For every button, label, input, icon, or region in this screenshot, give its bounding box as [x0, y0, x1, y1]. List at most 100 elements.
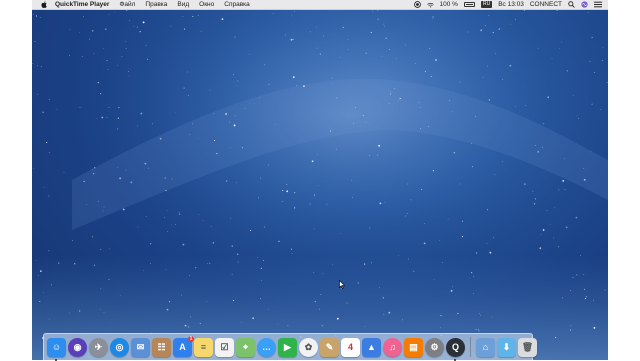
- menu-window[interactable]: Окно: [199, 0, 214, 10]
- star: [421, 188, 423, 190]
- dock-messages-bubble-icon[interactable]: …: [257, 337, 276, 357]
- dock-system-preferences-icon[interactable]: ⚙: [425, 337, 444, 357]
- star: [282, 201, 284, 202]
- star: [364, 326, 366, 328]
- star: [553, 237, 555, 239]
- star: [165, 269, 167, 270]
- input-source-badge[interactable]: RU: [480, 1, 493, 8]
- star: [431, 18, 433, 20]
- star: [236, 182, 237, 183]
- menu-view[interactable]: Вид: [177, 0, 189, 10]
- star: [182, 243, 185, 246]
- star: [313, 194, 316, 196]
- dock-safari-icon[interactable]: ◎: [110, 337, 129, 357]
- star: [494, 174, 496, 176]
- star: [467, 31, 469, 33]
- dock-notes-icon[interactable]: ≡: [194, 337, 213, 357]
- siri-icon[interactable]: [581, 1, 588, 8]
- star: [390, 91, 391, 93]
- battery-icon[interactable]: [463, 2, 475, 7]
- star: [234, 115, 236, 117]
- dock-quicktime-player-icon[interactable]: Q: [446, 337, 465, 361]
- star: [32, 63, 34, 65]
- star: [33, 167, 35, 169]
- star: [117, 117, 119, 119]
- dock-mail-icon[interactable]: ✉: [131, 337, 150, 357]
- dock-finder-icon[interactable]: ☺: [47, 337, 66, 361]
- star: [491, 316, 493, 318]
- star: [564, 189, 566, 190]
- star: [432, 16, 434, 18]
- menu-file[interactable]: Файл: [119, 0, 135, 10]
- star: [365, 52, 367, 54]
- dock-keynote-icon[interactable]: ▲: [362, 337, 381, 357]
- star: [488, 99, 490, 101]
- app-menu-quicktime[interactable]: QuickTime Player: [55, 0, 109, 10]
- dock-separator: [470, 337, 471, 357]
- menu-help[interactable]: Справка: [224, 0, 250, 10]
- dock-facetime-icon[interactable]: ▶: [278, 337, 297, 357]
- star: [105, 28, 107, 30]
- screen-recording-icon[interactable]: [413, 1, 421, 8]
- star: [480, 314, 482, 316]
- star: [296, 85, 297, 87]
- dock-trash-icon[interactable]: 🗑: [518, 337, 537, 357]
- dock-reminders-icon[interactable]: ☑: [215, 337, 234, 357]
- user-menu[interactable]: CONNECT: [530, 0, 562, 10]
- star: [108, 107, 110, 108]
- star: [362, 114, 364, 117]
- system-preferences-glyph: ⚙: [430, 341, 439, 352]
- wifi-icon[interactable]: [426, 2, 434, 8]
- star: [323, 35, 325, 37]
- star: [36, 93, 38, 95]
- star: [79, 32, 81, 33]
- star: [537, 48, 539, 50]
- notification-center-icon[interactable]: [594, 1, 602, 8]
- star: [450, 290, 453, 292]
- star: [166, 210, 168, 212]
- star: [433, 279, 435, 280]
- apple-icon[interactable]: [41, 1, 47, 8]
- star: [241, 147, 243, 149]
- star: [233, 74, 235, 76]
- star: [430, 75, 432, 78]
- dock-calendar-icon[interactable]: 4: [341, 337, 360, 357]
- star: [261, 280, 262, 281]
- dock-launchpad-icon[interactable]: ✈: [89, 337, 108, 357]
- dock-itunes-icon[interactable]: ♫: [383, 337, 402, 357]
- star: [121, 55, 123, 57]
- spotlight-search-icon[interactable]: [568, 1, 575, 8]
- dock-maps-icon[interactable]: ⌖: [236, 337, 255, 357]
- dock-home-folder-icon[interactable]: ⌂: [476, 337, 495, 357]
- dock-preview-icon[interactable]: ✎: [320, 337, 339, 357]
- star: [35, 259, 37, 261]
- star: [286, 184, 288, 185]
- dock-downloads-folder-icon[interactable]: ⬇: [497, 337, 516, 357]
- dock-siri-icon[interactable]: ◉: [68, 337, 87, 357]
- desktop-screen: QuickTime Player Файл Правка Вид Окно Сп…: [32, 0, 608, 360]
- star: [234, 124, 235, 125]
- star: [294, 11, 295, 12]
- dock-contacts-icon[interactable]: ☷: [152, 337, 171, 357]
- star: [353, 122, 355, 124]
- star: [291, 253, 293, 255]
- star: [410, 199, 412, 201]
- menu-clock[interactable]: Вс 13:03: [498, 0, 524, 10]
- dock-photos-icon[interactable]: ✿: [299, 337, 318, 357]
- star: [478, 329, 479, 330]
- star: [346, 302, 347, 304]
- star: [100, 93, 102, 95]
- star: [33, 14, 34, 15]
- home-folder-glyph: ⌂: [482, 342, 489, 352]
- star: [294, 192, 296, 194]
- dock-ibooks-icon[interactable]: ▤: [404, 337, 423, 357]
- star: [39, 17, 41, 19]
- dock-app-store-icon[interactable]: A1: [173, 335, 194, 357]
- star: [459, 183, 461, 185]
- menu-edit[interactable]: Правка: [145, 0, 167, 10]
- star: [570, 325, 572, 327]
- star: [167, 231, 168, 233]
- star: [83, 180, 85, 183]
- star: [347, 303, 349, 304]
- star: [347, 179, 349, 181]
